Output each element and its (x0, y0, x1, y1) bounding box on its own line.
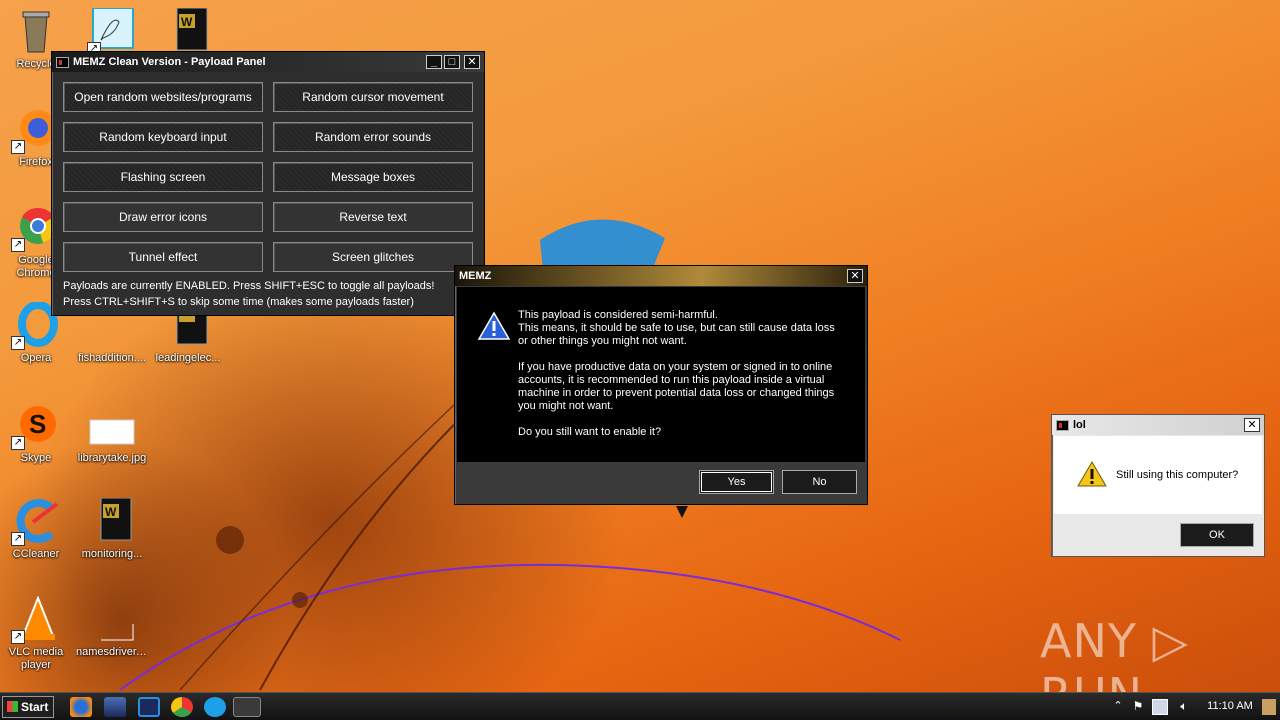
desktop-icon-label: VLC media player (8, 646, 64, 671)
yes-button[interactable]: Yes (699, 470, 774, 494)
lol-dialog: lol ✕ Still using this computer? OK (1051, 414, 1265, 557)
desktop-icon-librarytake[interactable]: librarytake.jpg (76, 402, 148, 465)
shortcut-arrow-icon: ↗ (11, 336, 25, 350)
close-button[interactable]: ✕ (464, 55, 480, 69)
lol-dialog-body: Still using this computer? (1054, 436, 1262, 514)
payload-flashing-screen-button[interactable]: Flashing screen (63, 162, 263, 192)
status-line: Press CTRL+SHIFT+S to skip some time (ma… (63, 296, 414, 308)
shortcut-arrow-icon: ↗ (11, 532, 25, 546)
dialog-message: This payload is considered semi-harmful.… (518, 309, 835, 439)
desktop-icon-label: monitoring... (81, 548, 143, 560)
payload-tunnel-effect-button[interactable]: Tunnel effect (63, 242, 263, 272)
desktop-icon-label: leadingelec... (155, 352, 221, 364)
payload-panel-window: MEMZ Clean Version - Payload Panel _ □ ✕… (51, 51, 485, 316)
skype-icon: S ↗ (11, 402, 59, 450)
desktop-icon-skype[interactable]: S ↗ Skype (0, 402, 72, 465)
shortcut-arrow-icon: ↗ (11, 140, 25, 154)
desktop-icon-label: Opera (20, 352, 52, 364)
shortcut-arrow-icon: ↗ (11, 238, 25, 252)
message-line: This means, it should be safe to use, bu… (518, 322, 835, 334)
start-button[interactable]: Start (2, 696, 54, 718)
warning-icon (1077, 461, 1107, 487)
recycle-bin-icon (13, 8, 59, 54)
word-document-icon: W (165, 7, 211, 54)
internet-explorer-icon[interactable] (70, 697, 92, 717)
payload-status-text: Payloads are currently ENABLED. Press SH… (63, 278, 434, 310)
desktop-icon-vlc[interactable]: ↗ VLC media player (0, 595, 72, 672)
svg-text:W: W (181, 15, 193, 29)
payload-screen-glitches-button[interactable]: Screen glitches (273, 242, 473, 272)
maximize-button[interactable]: □ (444, 55, 460, 69)
message-line: you might not want. (518, 400, 614, 412)
message-line: accounts, it is recommended to run this … (518, 374, 825, 386)
desktop-icon-ccleaner[interactable]: ↗ CCleaner (0, 498, 72, 561)
payload-cursor-movement-button[interactable]: Random cursor movement (273, 82, 473, 112)
ccleaner-icon: ↗ (11, 498, 59, 546)
pdf-document-icon: ↗ (87, 7, 135, 56)
payload-reverse-text-button[interactable]: Reverse text (273, 202, 473, 232)
desktop-icon-label: fishaddition.... (78, 352, 146, 364)
close-button[interactable]: ✕ (1244, 418, 1260, 432)
desktop-icon-label: CCleaner (12, 548, 60, 560)
file-explorer-icon[interactable] (104, 697, 126, 717)
image-file-icon (89, 402, 135, 448)
memz-dialog-titlebar[interactable]: MEMZ ✕ (455, 266, 867, 286)
chrome-icon[interactable] (171, 697, 193, 717)
dialog-title: MEMZ (459, 270, 492, 282)
message-line: or other things you might not want. (518, 335, 687, 347)
opera-icon[interactable] (204, 697, 226, 717)
payload-draw-error-icons-button[interactable]: Draw error icons (63, 202, 263, 232)
media-player-icon[interactable] (138, 697, 160, 717)
memz-dialog-body: This payload is considered semi-harmful.… (457, 287, 865, 462)
close-button[interactable]: ✕ (847, 269, 863, 283)
dialog-message: Still using this computer? (1116, 469, 1239, 481)
network-icon[interactable] (1152, 699, 1168, 715)
desktop-icon-label: namesdriver.... (76, 646, 148, 658)
document-icon (89, 596, 135, 642)
svg-text:S: S (29, 409, 46, 439)
message-line: This payload is considered semi-harmful. (518, 309, 718, 321)
payload-keyboard-input-button[interactable]: Random keyboard input (63, 122, 263, 152)
show-desktop-button[interactable] (1262, 699, 1276, 715)
tray-expand-icon[interactable]: ⌃ (1110, 699, 1126, 715)
no-button[interactable]: No (782, 470, 857, 494)
word-document-icon: W (89, 497, 135, 544)
warning-icon (477, 311, 511, 340)
desktop-icon-monitoring[interactable]: W monitoring... (76, 497, 148, 561)
memz-warning-dialog: MEMZ ✕ This payload is considered semi-h… (454, 265, 868, 505)
action-center-flag-icon[interactable]: ⚑ (1130, 699, 1146, 715)
minimize-button[interactable]: _ (426, 55, 442, 69)
message-line: If you have productive data on your syst… (518, 361, 833, 373)
status-line: Payloads are currently ENABLED. Press SH… (63, 280, 435, 292)
vlc-icon: ↗ (11, 595, 59, 644)
dialog-title: lol (1073, 419, 1086, 431)
desktop-icon-namesdriver[interactable]: namesdriver.... (76, 596, 148, 659)
window-title: MEMZ Clean Version - Payload Panel (73, 56, 266, 68)
shortcut-arrow-icon: ↗ (11, 630, 25, 644)
ok-button[interactable]: OK (1180, 523, 1254, 547)
app-icon (1056, 419, 1069, 431)
message-line: Do you still want to enable it? (518, 426, 662, 438)
desktop-icon-label: Skype (20, 452, 52, 464)
payload-panel-titlebar[interactable]: MEMZ Clean Version - Payload Panel _ □ ✕ (52, 52, 484, 72)
payload-open-websites-button[interactable]: Open random websites/programs (63, 82, 263, 112)
desktop-icon-label: librarytake.jpg (77, 452, 147, 464)
volume-icon[interactable]: 🔈︎ (1176, 699, 1192, 715)
taskbar-clock[interactable]: 11:10 AM (1200, 700, 1260, 712)
payload-error-sounds-button[interactable]: Random error sounds (273, 122, 473, 152)
svg-text:W: W (105, 505, 117, 519)
message-line: machine in order to prevent potential da… (518, 387, 835, 399)
app-icon (56, 56, 69, 68)
memz-taskbar-button[interactable] (233, 697, 261, 717)
taskbar: Start ⌃ ⚑ 🔈︎ 11:10 AM (0, 692, 1280, 720)
lol-dialog-titlebar[interactable]: lol ✕ (1052, 415, 1264, 435)
payload-message-boxes-button[interactable]: Message boxes (273, 162, 473, 192)
shortcut-arrow-icon: ↗ (11, 436, 25, 450)
